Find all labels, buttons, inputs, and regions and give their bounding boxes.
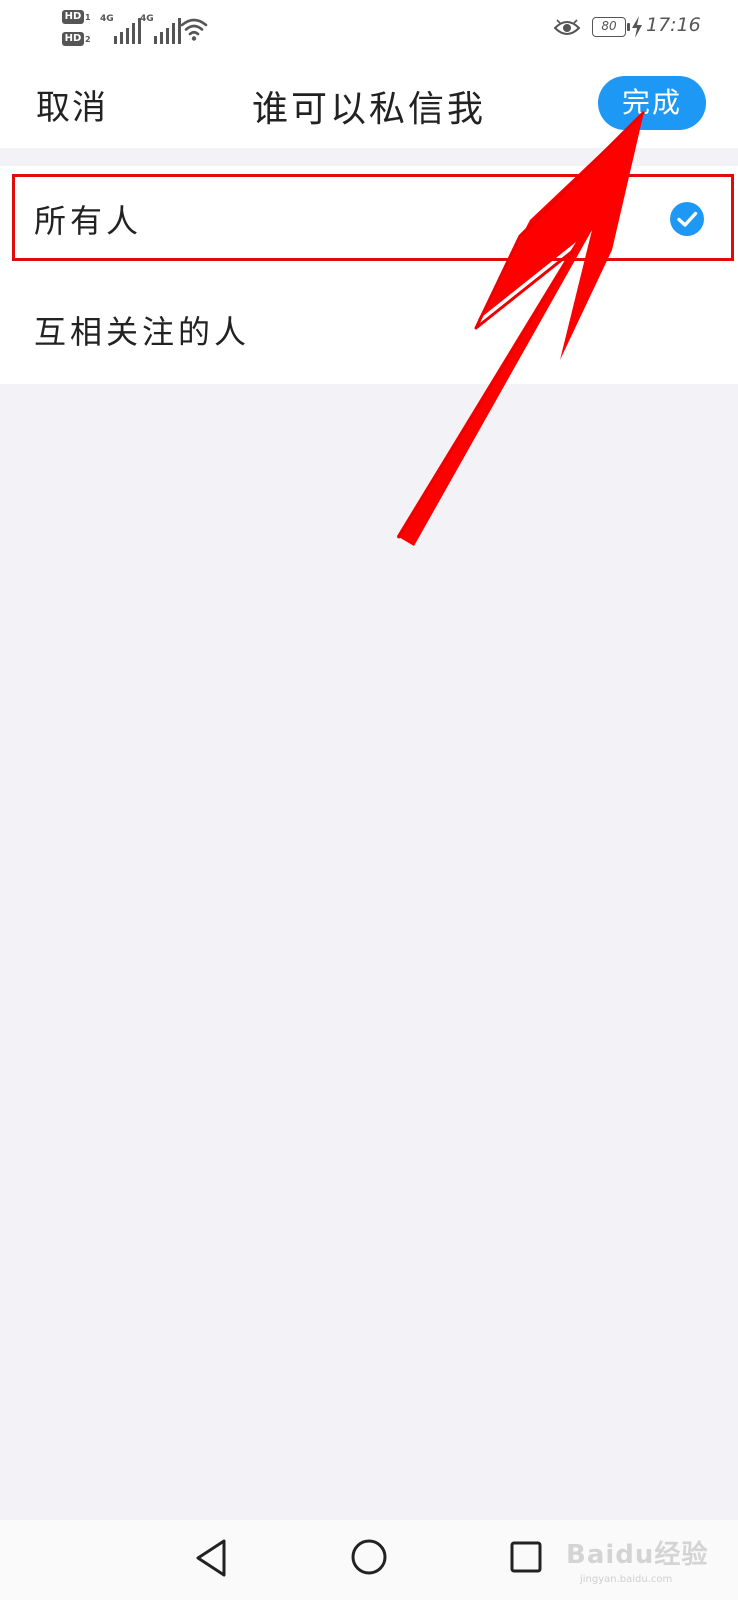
- eye-icon: [554, 19, 580, 35]
- hd-2-sub: 2: [85, 35, 91, 44]
- done-button[interactable]: 完成: [598, 76, 706, 130]
- check-icon: [670, 202, 704, 236]
- battery-level: 80: [601, 19, 617, 33]
- charging-icon: [632, 16, 642, 38]
- privacy-options-list: 所有人 互相关注的人: [0, 166, 738, 384]
- option-everyone[interactable]: 所有人: [0, 166, 738, 273]
- hd-1-icon: HD 1: [62, 10, 96, 26]
- system-nav-bar: Baidu经验 jingyan.baidu.com: [0, 1520, 738, 1600]
- home-icon[interactable]: [350, 1538, 388, 1576]
- back-icon[interactable]: [194, 1538, 228, 1578]
- header: 取消 谁可以私信我 完成: [0, 60, 738, 148]
- hd-1-sub: 1: [85, 13, 91, 22]
- status-right: 80 17:16: [508, 12, 708, 48]
- option-everyone-label: 所有人: [34, 202, 143, 240]
- watermark-sub: jingyan.baidu.com: [580, 1574, 673, 1585]
- status-time: 17:16: [646, 14, 701, 36]
- battery-icon: 80: [592, 17, 630, 37]
- option-mutual-follows[interactable]: 互相关注的人: [0, 277, 738, 384]
- wifi-icon: [180, 18, 208, 41]
- option-mutual-follows-label: 互相关注的人: [34, 313, 251, 351]
- hd-1-label: HD: [62, 10, 84, 24]
- status-bar: HD 1 HD 2 4G 4G 80 17:16: [0, 0, 738, 60]
- watermark: Baidu经验: [566, 1540, 709, 1570]
- recents-icon[interactable]: [510, 1541, 542, 1573]
- hd-2-icon: HD 2: [62, 32, 96, 48]
- hd-2-label: HD: [62, 32, 84, 46]
